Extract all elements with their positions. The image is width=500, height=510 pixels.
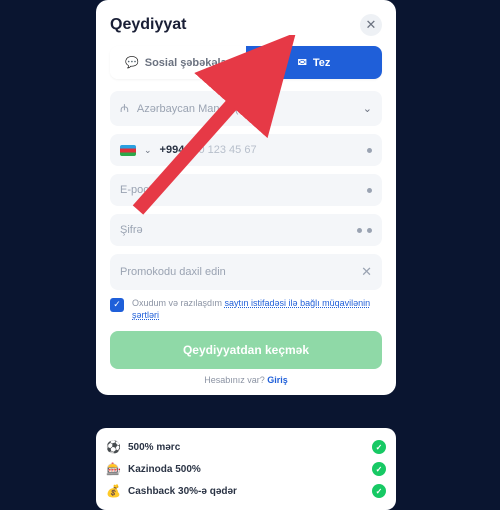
flag-icon <box>120 145 136 156</box>
chevron-down-icon: ⌄ <box>363 102 372 115</box>
tab-social-label: Sosial şəbəkələr <box>145 57 231 69</box>
password-input[interactable]: Şifrə <box>110 214 382 246</box>
currency-select[interactable]: ₼ Azərbaycan Manatı (AZN) ⌄ <box>110 91 382 126</box>
close-icon[interactable]: ✕ <box>360 14 382 36</box>
promo-placeholder: Promokodu daxil edin <box>120 266 226 278</box>
casino-icon: 🎰 <box>106 462 120 476</box>
tab-social[interactable]: 💬 Sosial şəbəkələr <box>110 46 246 79</box>
eye-icon[interactable] <box>357 228 362 233</box>
terms-checkbox[interactable]: ✓ <box>110 298 124 312</box>
currency-icon: ₼ <box>120 101 129 116</box>
submit-button[interactable]: Qeydiyyatdan keçmək <box>110 331 382 369</box>
registration-modal: Qeydiyyat ✕ 💬 Sosial şəbəkələr ✉ Tez ₼ A… <box>96 0 396 395</box>
modal-header: Qeydiyyat ✕ <box>110 14 382 36</box>
login-link[interactable]: Giriş <box>267 375 288 385</box>
bonus-label: Kazinoda 500% <box>128 464 201 475</box>
bonus-card: ⚽ 500% mərc ✓ 🎰 Kazinoda 500% ✓ 💰 Cashba… <box>96 428 396 510</box>
check-icon: ✓ <box>372 462 386 476</box>
tab-quick[interactable]: ✉ Tez <box>246 46 382 79</box>
phone-input[interactable]: ⌄ +994 40 123 45 67 <box>110 134 382 166</box>
password-placeholder: Şifrə <box>120 224 143 236</box>
currency-label: Azərbaycan Manatı (AZN) <box>137 103 264 115</box>
bonus-item[interactable]: 💰 Cashback 30%-ə qədər ✓ <box>106 480 386 502</box>
terms-text: Oxudum və razılaşdım saytın istifadəsi i… <box>132 298 382 321</box>
bonus-label: Cashback 30%-ə qədər <box>128 486 237 497</box>
bonus-item[interactable]: 🎰 Kazinoda 500% ✓ <box>106 458 386 480</box>
field-indicator-icon <box>367 228 372 233</box>
registration-tabs: 💬 Sosial şəbəkələr ✉ Tez <box>110 46 382 79</box>
check-icon: ✓ <box>372 440 386 454</box>
sport-icon: ⚽ <box>106 440 120 454</box>
cashback-icon: 💰 <box>106 484 120 498</box>
tab-quick-label: Tez <box>313 57 331 69</box>
chevron-down-icon: ⌄ <box>144 145 152 156</box>
check-icon: ✓ <box>372 484 386 498</box>
email-placeholder: E-poçt <box>120 184 152 196</box>
field-indicator-icon <box>367 188 372 193</box>
mail-icon: ✉ <box>298 56 307 69</box>
email-input[interactable]: E-poçt <box>110 174 382 206</box>
promo-input[interactable]: Promokodu daxil edin ✕ <box>110 254 382 290</box>
bonus-item[interactable]: ⚽ 500% mərc ✓ <box>106 436 386 458</box>
terms-row: ✓ Oxudum və razılaşdım saytın istifadəsi… <box>110 298 382 321</box>
bonus-label: 500% mərc <box>128 442 180 453</box>
chat-icon: 💬 <box>125 56 139 69</box>
field-indicator-icon <box>367 148 372 153</box>
login-prompt: Hesabınız var? Giriş <box>110 375 382 385</box>
phone-prefix: +994 <box>160 144 185 156</box>
phone-placeholder: 40 123 45 67 <box>192 144 256 156</box>
clear-icon[interactable]: ✕ <box>361 264 372 280</box>
modal-title: Qeydiyyat <box>110 16 186 34</box>
